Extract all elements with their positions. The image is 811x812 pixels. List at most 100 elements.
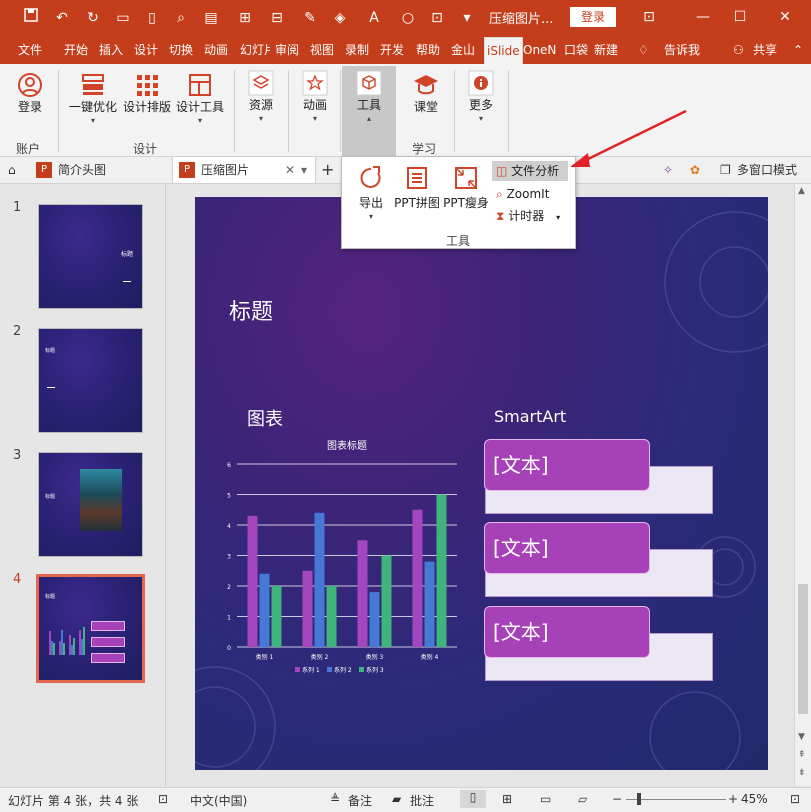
fit-slide-icon[interactable]: ⊡: [790, 792, 800, 806]
scroll-thumb[interactable]: [798, 584, 808, 714]
font-color-icon[interactable]: A: [362, 7, 386, 29]
tab-list-icon[interactable]: ⌂: [8, 157, 16, 183]
close-tab-icon[interactable]: ✕: [285, 157, 295, 183]
scroll-down-icon[interactable]: ▼: [798, 732, 805, 742]
tab-developer[interactable]: 开发: [380, 36, 404, 64]
login-ribbon-button[interactable]: 登录: [10, 72, 50, 115]
smartart-heading[interactable]: SmartArt: [494, 407, 566, 426]
add-tab-icon[interactable]: +: [321, 157, 334, 183]
eyedropper-icon[interactable]: ✎: [300, 7, 320, 29]
tab-review[interactable]: 审阅: [275, 36, 299, 64]
ribbon-display-icon[interactable]: ⊡: [634, 6, 664, 28]
smartart-item[interactable]: [文本]: [484, 522, 650, 574]
slide[interactable]: 标题 图表 SmartArt 图表标题 0 1 2 3 4 5 6 类别 1 类别 2 类别 3 类别…: [195, 197, 768, 770]
spellcheck-icon[interactable]: ⊡: [158, 792, 168, 806]
next-slide-icon[interactable]: ⇟: [798, 768, 806, 778]
slide-sorter-icon[interactable]: ⊞: [502, 792, 512, 806]
user-icon[interactable]: ⚇: [733, 36, 744, 64]
design-layout-button[interactable]: 设计排版: [121, 72, 173, 115]
tab-transitions[interactable]: 切换: [169, 36, 193, 64]
ppt-puzzle-button[interactable]: PPT拼图: [394, 165, 440, 211]
tab-animations[interactable]: 动画: [204, 36, 228, 64]
tools-button[interactable]: 工具 ▴: [342, 66, 396, 156]
image-icon[interactable]: ▤: [198, 7, 224, 29]
save-icon[interactable]: [20, 7, 42, 29]
chart-heading[interactable]: 图表: [247, 405, 283, 431]
fill-icon[interactable]: ◈: [326, 7, 354, 29]
smartart-item[interactable]: [文本]: [484, 606, 650, 658]
share-button[interactable]: 共享: [753, 36, 777, 64]
doc-tab-active[interactable]: P 压缩图片 ✕ ▾: [172, 157, 316, 183]
dropdown-icon[interactable]: ▾: [301, 157, 307, 183]
file-analysis-button[interactable]: ◫ 文件分析: [492, 161, 568, 181]
more-qa-icon[interactable]: ▾: [460, 7, 474, 29]
slide-thumbnail-2[interactable]: 标题: [38, 328, 143, 433]
tab-slideshow[interactable]: 幻灯片: [240, 36, 270, 64]
maximize-icon[interactable]: ☐: [725, 6, 755, 28]
one-click-optimize-button[interactable]: 一键优化 ▾: [66, 72, 120, 125]
tab-view[interactable]: 视图: [310, 36, 334, 64]
print-preview-icon[interactable]: ⌕: [170, 7, 192, 29]
chevron-down-icon: ▾: [478, 114, 483, 123]
notes-icon[interactable]: ≜: [330, 792, 340, 806]
slide-title[interactable]: 标题: [229, 294, 273, 326]
notes-button[interactable]: 备注: [348, 792, 372, 809]
undo-icon[interactable]: ↶: [50, 7, 74, 29]
prev-slide-icon[interactable]: ⇞: [798, 750, 806, 760]
timer-button[interactable]: ⧗ 计时器 ▾: [492, 206, 572, 226]
smartart-item[interactable]: [文本]: [484, 439, 650, 491]
tab-new[interactable]: 新建: [594, 36, 626, 64]
export-button[interactable]: 导出 ▾: [350, 165, 392, 221]
vertical-scrollbar[interactable]: ▲ ▼ ⇞ ⇟: [794, 184, 811, 786]
close-icon[interactable]: ✕: [770, 6, 800, 28]
tab-insert[interactable]: 插入: [99, 36, 123, 64]
animation-button[interactable]: 动画 ▾: [296, 70, 334, 123]
collapse-ribbon-icon[interactable]: ⌃: [793, 36, 803, 64]
normal-view-icon[interactable]: ▯: [460, 790, 486, 808]
zoom-out-icon[interactable]: −: [612, 792, 622, 806]
lightbulb-icon[interactable]: ♢: [638, 36, 649, 64]
multi-window-button[interactable]: 多窗口模式: [737, 157, 797, 183]
shape-circle-icon[interactable]: ○: [398, 7, 418, 29]
comments-icon[interactable]: ▰: [392, 792, 401, 806]
tab-pocket[interactable]: 口袋: [564, 36, 588, 64]
screenshot-icon[interactable]: ⊡: [426, 7, 448, 29]
tab-record[interactable]: 录制: [345, 36, 369, 64]
redo-icon[interactable]: ↻: [82, 7, 104, 29]
zoomit-button[interactable]: ⌕ ZoomIt: [492, 184, 568, 204]
tab-home[interactable]: 开始: [64, 36, 88, 64]
tab-help[interactable]: 帮助: [416, 36, 440, 64]
zoom-in-icon[interactable]: +: [728, 792, 738, 806]
present-icon[interactable]: ▭: [112, 7, 134, 29]
reading-view-icon[interactable]: ▭: [540, 792, 551, 806]
new-doc-icon[interactable]: ▯: [142, 7, 162, 29]
zoom-slider[interactable]: [626, 799, 726, 800]
slide-thumbnail-1[interactable]: 标题: [38, 204, 143, 309]
language-indicator[interactable]: 中文(中国): [190, 792, 247, 809]
tab-islide[interactable]: iSlide: [484, 37, 523, 66]
slide-thumbnail-3[interactable]: 标题: [38, 452, 143, 557]
minimize-icon[interactable]: —: [688, 6, 718, 28]
tab-file[interactable]: 文件: [18, 36, 42, 64]
zoom-slider-thumb[interactable]: [637, 793, 641, 805]
zoom-level[interactable]: 45%: [741, 792, 768, 806]
divider: [288, 70, 289, 152]
tab-kingsoft[interactable]: 金山: [451, 36, 475, 64]
resources-button[interactable]: 资源 ▾: [242, 70, 280, 123]
doc-tab-intro[interactable]: 简介头图: [58, 157, 106, 183]
ppt-slim-button[interactable]: PPT瘦身: [442, 165, 490, 211]
grid-icon[interactable]: ⊞: [234, 7, 256, 29]
tell-me-input[interactable]: 告诉我: [664, 36, 700, 64]
bar-chart[interactable]: 图表标题 0 1 2 3 4 5 6 类别 1 类别 2 类别 3 类别 4 系列 1 系列 2 系列 3: [225, 437, 465, 677]
tab-design[interactable]: 设计: [134, 36, 158, 64]
classroom-button[interactable]: 课堂: [406, 72, 446, 115]
paste-icon[interactable]: ⊟: [262, 7, 292, 29]
slideshow-icon[interactable]: ▱: [578, 792, 587, 806]
scroll-up-icon[interactable]: ▲: [798, 186, 805, 196]
design-tools-button[interactable]: 设计工具 ▾: [174, 72, 226, 125]
tab-onenote[interactable]: OneN: [523, 36, 556, 64]
slide-thumbnail-4[interactable]: 标题: [36, 574, 145, 683]
login-button[interactable]: 登录: [570, 7, 616, 27]
more-button[interactable]: 更多 ▾: [462, 70, 500, 123]
comments-button[interactable]: 批注: [410, 792, 434, 809]
